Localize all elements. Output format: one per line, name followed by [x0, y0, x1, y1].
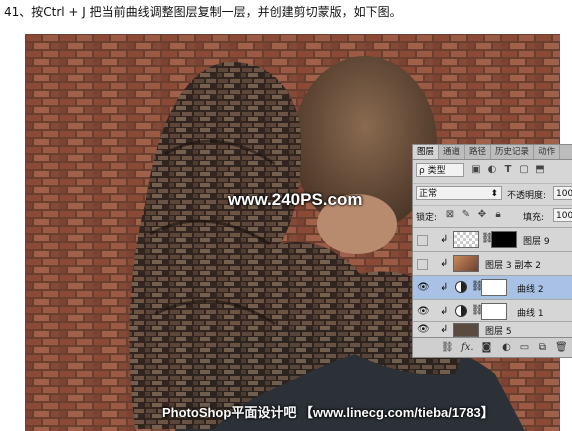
layer-mask-thumbnail[interactable]: [481, 303, 507, 320]
smart-object-filter-icon[interactable]: ⬒: [535, 165, 545, 175]
lock-all-icon[interactable]: 🔒︎: [493, 210, 503, 220]
filter-kind-select[interactable]: ρ 类型: [416, 163, 464, 177]
add-mask-icon[interactable]: ◙: [481, 342, 492, 353]
adjustment-filter-icon[interactable]: ◐: [487, 165, 497, 175]
lock-image-icon[interactable]: ✎: [461, 210, 471, 220]
layer-name: 图层 3 副本 2: [485, 261, 542, 271]
tab-channels[interactable]: 通道: [439, 145, 466, 159]
watermark-text: www.240PS.com: [228, 190, 363, 209]
eye-icon[interactable]: 👁︎: [417, 306, 430, 317]
blend-row: 正常 ⬍ 不透明度: 100%: [413, 183, 572, 204]
instruction-caption: 41、按Ctrl + J 把当前曲线调整图层复制一层，并创建剪切蒙版，如下图。: [4, 5, 402, 19]
blend-mode-select[interactable]: 正常 ⬍: [416, 186, 502, 200]
layer-name: 图层 9: [523, 237, 550, 247]
link-icon[interactable]: ⛓: [441, 342, 454, 353]
visibility-toggle[interactable]: [417, 259, 428, 270]
clipping-arrow-icon: ↲: [440, 234, 449, 245]
tab-layers[interactable]: 图层: [413, 145, 440, 159]
opacity-field[interactable]: 100%: [553, 186, 572, 200]
layer-name: 曲线 1: [517, 309, 544, 319]
clipping-arrow-icon: ↲: [440, 258, 449, 269]
eye-icon[interactable]: 👁︎: [417, 282, 430, 293]
layer-thumbnail[interactable]: [453, 323, 479, 337]
fill-field[interactable]: 100%: [553, 208, 572, 222]
layer-thumbnail[interactable]: [453, 255, 479, 272]
lock-label: 锁定:: [416, 213, 438, 223]
layer-mask-thumbnail[interactable]: [481, 279, 507, 296]
curves-adjustment-icon[interactable]: [455, 281, 467, 293]
layers-panel: 图层 通道 路径 历史记录 动作 ρ 类型 ▣ ◐ T ▢ ⬒ 正常 ⬍ 不透明…: [412, 144, 572, 358]
filter-row: ρ 类型 ▣ ◐ T ▢ ⬒: [413, 161, 572, 181]
tab-history[interactable]: 历史记录: [491, 145, 535, 159]
panel-bottom-toolbar: ⛓ fx. ◙ ◐ ▭ ⧉ 🗑︎: [413, 337, 572, 357]
tab-paths[interactable]: 路径: [465, 145, 492, 159]
lock-transparent-icon[interactable]: ⊠: [445, 210, 455, 220]
layer-row[interactable]: 👁︎ ↲ ⛓ 曲线 2: [413, 275, 572, 300]
lock-position-icon[interactable]: ✥: [477, 210, 487, 220]
layer-name: 曲线 2: [517, 285, 544, 295]
clipping-arrow-icon: ↲: [440, 282, 449, 293]
type-filter-icon[interactable]: T: [503, 165, 513, 175]
new-adjustment-icon[interactable]: ◐: [501, 342, 512, 353]
image-filter-icon[interactable]: ▣: [471, 165, 481, 175]
clipping-arrow-icon: ↲: [440, 306, 449, 317]
shape-filter-icon[interactable]: ▢: [519, 165, 529, 175]
layer-name: 图层 5: [485, 327, 512, 337]
footer-credit: PhotoShop平面设计吧 【www.linecg.com/tieba/178…: [162, 405, 494, 420]
delete-icon[interactable]: 🗑︎: [555, 342, 568, 353]
layer-row[interactable]: ↲ 图层 3 副本 2: [413, 251, 572, 276]
blend-mode-value: 正常: [419, 189, 438, 199]
fill-label: 填充:: [523, 213, 545, 223]
chevron-updown-icon: ⬍: [490, 189, 498, 199]
clipping-arrow-icon: ↲: [440, 324, 449, 335]
layer-thumbnail[interactable]: [453, 231, 479, 248]
opacity-label: 不透明度:: [507, 191, 547, 201]
new-group-icon[interactable]: ▭: [519, 342, 530, 353]
lock-row: 锁定: ⊠ ✎ ✥ 🔒︎ 填充: 100%: [413, 205, 572, 226]
eye-icon[interactable]: 👁︎: [417, 324, 430, 335]
tab-actions[interactable]: 动作: [534, 145, 561, 159]
visibility-toggle[interactable]: [417, 235, 428, 246]
layer-row[interactable]: ↲ ⛓ 图层 9: [413, 227, 572, 252]
layer-row[interactable]: 👁︎ ↲ 图层 5: [413, 321, 572, 338]
layer-mask-thumbnail[interactable]: [491, 231, 517, 248]
curves-adjustment-icon[interactable]: [455, 305, 467, 317]
panel-tabs: 图层 通道 路径 历史记录 动作: [413, 145, 572, 160]
fx-icon[interactable]: fx.: [461, 342, 474, 353]
new-layer-icon[interactable]: ⧉: [537, 342, 548, 353]
